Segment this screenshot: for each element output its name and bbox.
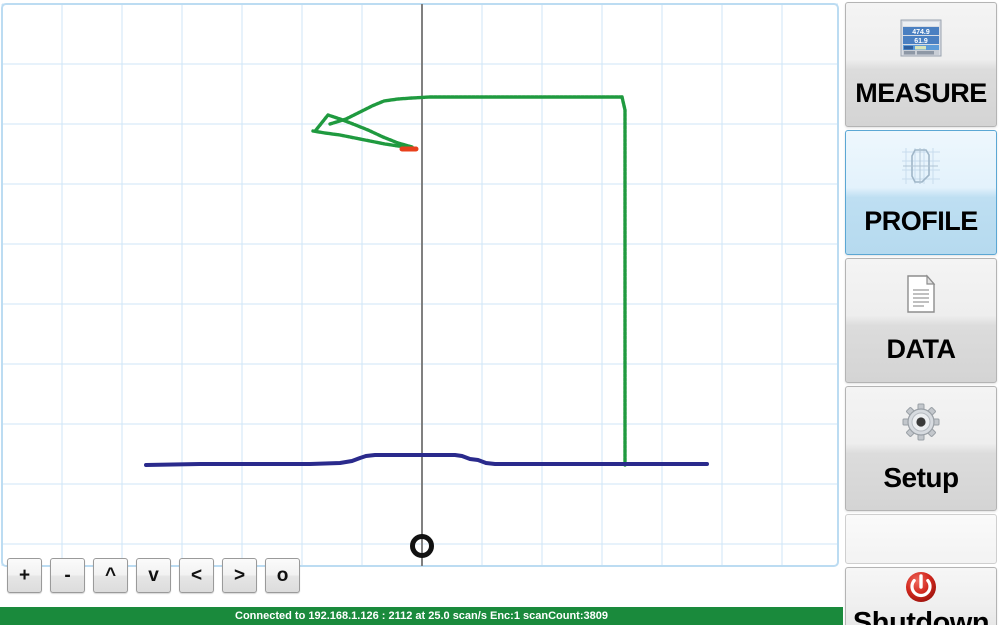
pan-down-button[interactable]: v: [136, 558, 171, 593]
shutdown-button[interactable]: Shutdown: [845, 567, 997, 625]
meter-readout-icon: 474.9 61.9: [898, 15, 944, 61]
sidebar-item-measure[interactable]: 474.9 61.9 MEASURE: [845, 2, 997, 127]
connection-status-bar: Connected to 192.168.1.126 : 2112 at 25.…: [0, 607, 843, 625]
reset-view-button[interactable]: o: [265, 558, 300, 593]
sidebar-item-measure-label: MEASURE: [855, 78, 987, 108]
profile-application-window: + - ^ v < > o Connected to 192.168.1.126…: [0, 0, 1000, 625]
main-navigation-sidebar: 474.9 61.9 MEASURE PROFILE DATA Setup Sh…: [843, 0, 1000, 625]
pan-right-button[interactable]: >: [222, 558, 257, 593]
profile-crosshair-icon: [898, 143, 944, 189]
sidebar-item-profile[interactable]: PROFILE: [845, 130, 997, 255]
svg-text:61.9: 61.9: [914, 38, 928, 45]
zoom-in-button[interactable]: +: [7, 558, 42, 593]
pan-left-button[interactable]: <: [179, 558, 214, 593]
document-icon: [901, 271, 941, 317]
sidebar-item-data[interactable]: DATA: [845, 258, 997, 383]
sidebar-item-setup[interactable]: Setup: [845, 386, 997, 511]
zoom-out-button[interactable]: -: [50, 558, 85, 593]
sidebar-item-profile-label: PROFILE: [864, 206, 978, 236]
power-icon: [901, 568, 941, 607]
shutdown-button-label: Shutdown: [852, 606, 990, 625]
svg-text:474.9: 474.9: [912, 29, 930, 36]
pan-up-button[interactable]: ^: [93, 558, 128, 593]
gear-icon: [900, 399, 942, 445]
profile-plot-area[interactable]: + - ^ v < > o: [0, 0, 843, 607]
sidebar-item-setup-label: Setup: [883, 461, 959, 493]
sidebar-blank-slot: [845, 514, 997, 564]
plot-traces: [144, 4, 709, 566]
pan-zoom-toolbar: + - ^ v < > o: [7, 558, 300, 593]
sidebar-item-data-label: DATA: [886, 334, 956, 364]
